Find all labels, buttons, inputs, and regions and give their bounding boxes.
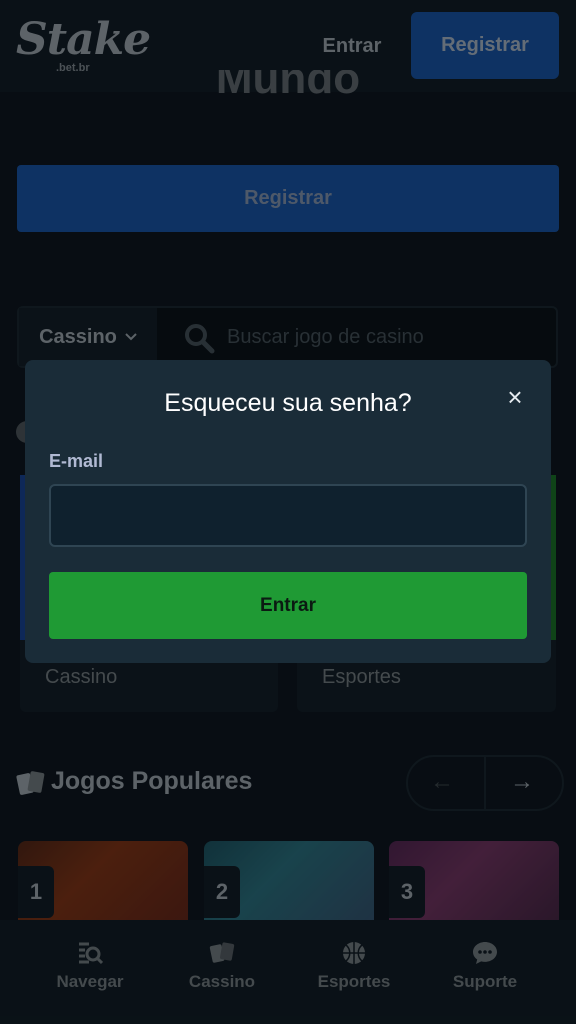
email-field[interactable]: [49, 484, 527, 547]
modal-title: Esqueceu sua senha?: [164, 389, 412, 417]
close-icon[interactable]: ×: [503, 382, 527, 412]
submit-button[interactable]: Entrar: [49, 572, 527, 639]
email-label: E-mail: [49, 451, 104, 471]
